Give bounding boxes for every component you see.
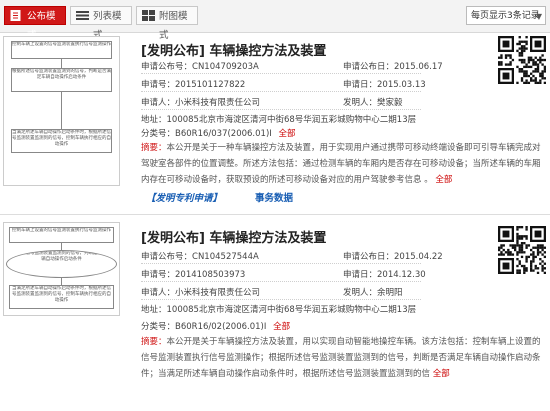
pub-number-field: 申请公布号：CN104709203A [141,60,259,72]
app-number-field: 申请号：2014108503973 [141,268,245,280]
flowchart-step: 控制车辆上设置的信号监测装置执行信号监测操作 [11,41,112,59]
field-value: 2014.12.30 [377,270,426,280]
grid-icon [142,10,155,21]
field-value: 2015.04.22 [394,252,443,262]
tab-label: 附图模式 [159,11,188,41]
address-field: 地址：100085北京市海淀区清河中街68号华润五彩城购物中心二期13层 [141,303,416,315]
transaction-data-link[interactable]: 事务数据 [255,193,293,204]
field-value: 2014108503973 [175,270,246,280]
abstract-figure-thumbnail[interactable]: 控制车辆上设置的信号监测装置执行信号监测操作 根据所述信号监测装置监测到的信号，… [3,36,120,186]
flowchart-connector [61,242,62,250]
field-value[interactable]: 樊家毅 [377,98,403,108]
divider [141,299,421,300]
flowchart-connector [61,91,62,129]
field-value: B60R16/02(2006.01)I [175,322,267,332]
patent-title[interactable]: [发明公布] 车辆操控方法及装置 [141,40,326,59]
pub-date-field: 申请公布日：2015.04.22 [343,250,443,262]
field-label: 申请公布日： [343,252,395,262]
abstract-all-link[interactable]: 全部 [435,175,452,185]
flowchart-connector [61,58,62,68]
divider [141,109,421,110]
qr-code [498,36,546,84]
classification-all-link[interactable]: 全部 [278,129,295,139]
patent-title[interactable]: [发明公布] 车辆操控方法及装置 [141,227,326,246]
document-icon [10,10,21,21]
flowchart-step: 当满足所述车辆自动操作启动条件时，根据所述信号监测装置监测到的信号，控制车辆执行… [9,285,114,309]
inventor-field: 发明人：樊家毅 [343,96,403,108]
address-field: 地址：100085北京市海淀区清河中街68号华润五彩城购物中心二期13层 [141,113,416,125]
field-label: 申请号： [141,270,176,280]
divider [141,73,421,74]
flowchart-step: 根据所述信号监测装置监测到的信号，判断是否满足车辆自动操作启动条件 [11,68,112,92]
field-value: 2015101127822 [175,80,246,90]
field-label: 申请公布号： [141,252,193,262]
field-label: 地址： [141,305,167,315]
flowchart-connector [61,277,62,285]
applicant-field: 申请人：小米科技有限责任公司 [141,96,260,108]
classification-all-link[interactable]: 全部 [273,322,290,332]
abstract-body: 本公开是关于一种车辆操控方法及装置，用于实现用户通过携带可移动终端设备即可引导车… [141,143,541,185]
divider [141,281,421,282]
app-number-field: 申请号：2015101127822 [141,78,245,90]
abstract-all-link[interactable]: 全部 [433,369,450,379]
field-value[interactable]: 小米科技有限责任公司 [175,98,260,108]
classification-field: 分类号：B60R16/037(2006.01)I 全部 [141,127,295,139]
inventor-field: 发明人：余明阳 [343,286,403,298]
app-date-field: 申请日：2015.03.13 [343,78,426,90]
record-divider [0,214,550,215]
tab-figure-mode[interactable]: 附图模式 [136,6,198,41]
divider [141,91,421,92]
field-value[interactable]: 小米科技有限责任公司 [175,288,260,298]
per-page-value: 每页显示3条记录 [471,11,540,21]
pub-date-field: 申请公布日：2015.06.17 [343,60,443,72]
record-links: 【发明专利申请】 事务数据 [146,190,293,204]
field-value: 100085北京市海淀区清河中街68号华润五彩城购物中心二期13层 [166,115,417,125]
field-label: 申请人： [141,98,176,108]
field-label: 分类号： [141,129,176,139]
classification-field: 分类号：B60R16/02(2006.01)I 全部 [141,320,290,332]
pub-number-field: 申请公布号：CN104527544A [141,250,259,262]
flowchart-decision: 根据所述信号监测装置监测到的信号，判断是否满足车辆自动操作启动条件 [6,250,117,278]
field-value: 2015.06.17 [394,62,443,72]
applicant-field: 申请人：小米科技有限责任公司 [141,286,260,298]
field-label: 发明人： [343,98,378,108]
field-label: 申请公布日： [343,62,395,72]
divider [141,263,421,264]
abstract-figure-thumbnail[interactable]: 控制车辆上设置的信号监测装置执行信号监测操作 根据所述信号监测装置监测到的信号，… [3,222,120,316]
field-label: 申请日： [343,80,378,90]
field-value: B60R16/037(2006.01)I [175,129,272,139]
abstract-label: 摘要： [141,337,167,347]
field-label: 申请人： [141,288,176,298]
abstract-label: 摘要： [141,143,167,153]
tab-list-mode[interactable]: 列表模式 [70,6,132,41]
flowchart-step: 当满足所述车辆自动操作启动条件时，根据所述信号监测装置监测到的信号，控制车辆执行… [11,129,112,153]
abstract-body: 本公开是关于车辆操控方法及装置，用以实现自动智能地操控车辆。该方法包括：控制车辆… [141,337,541,379]
field-value: CN104709203A [192,62,259,72]
qr-code [498,226,546,274]
flowchart-step: 控制车辆上设置的信号监测装置执行信号监测操作 [9,227,114,243]
field-value: 100085北京市海淀区清河中街68号华润五彩城购物中心二期13层 [166,305,417,315]
field-label: 地址： [141,115,167,125]
field-label: 申请公布号： [141,62,193,72]
field-label: 申请号： [141,80,176,90]
field-value[interactable]: 余明阳 [377,288,403,298]
abstract-text: 摘要：本公开是关于车辆操控方法及装置，用以实现自动智能地操控车辆。该方法包括：控… [141,334,541,382]
view-mode-toolbar: 公布模式 列表模式 附图模式 每页显示3条记录 ▼ [0,0,550,41]
per-page-select[interactable]: 每页显示3条记录 ▼ [466,6,546,25]
chevron-down-icon: ▼ [535,12,542,21]
field-value: CN104527544A [192,252,259,262]
app-date-field: 申请日：2014.12.30 [343,268,426,280]
field-label: 分类号： [141,322,176,332]
field-value: 2015.03.13 [377,80,426,90]
abstract-text: 摘要：本公开是关于一种车辆操控方法及装置，用于实现用户通过携带可移动终端设备即可… [141,140,541,188]
field-label: 发明人： [343,288,378,298]
patent-application-link[interactable]: 【发明专利申请】 [146,193,222,204]
field-label: 申请日： [343,270,378,280]
tab-publication-mode[interactable]: 公布模式 [4,6,66,41]
list-icon [76,11,89,20]
